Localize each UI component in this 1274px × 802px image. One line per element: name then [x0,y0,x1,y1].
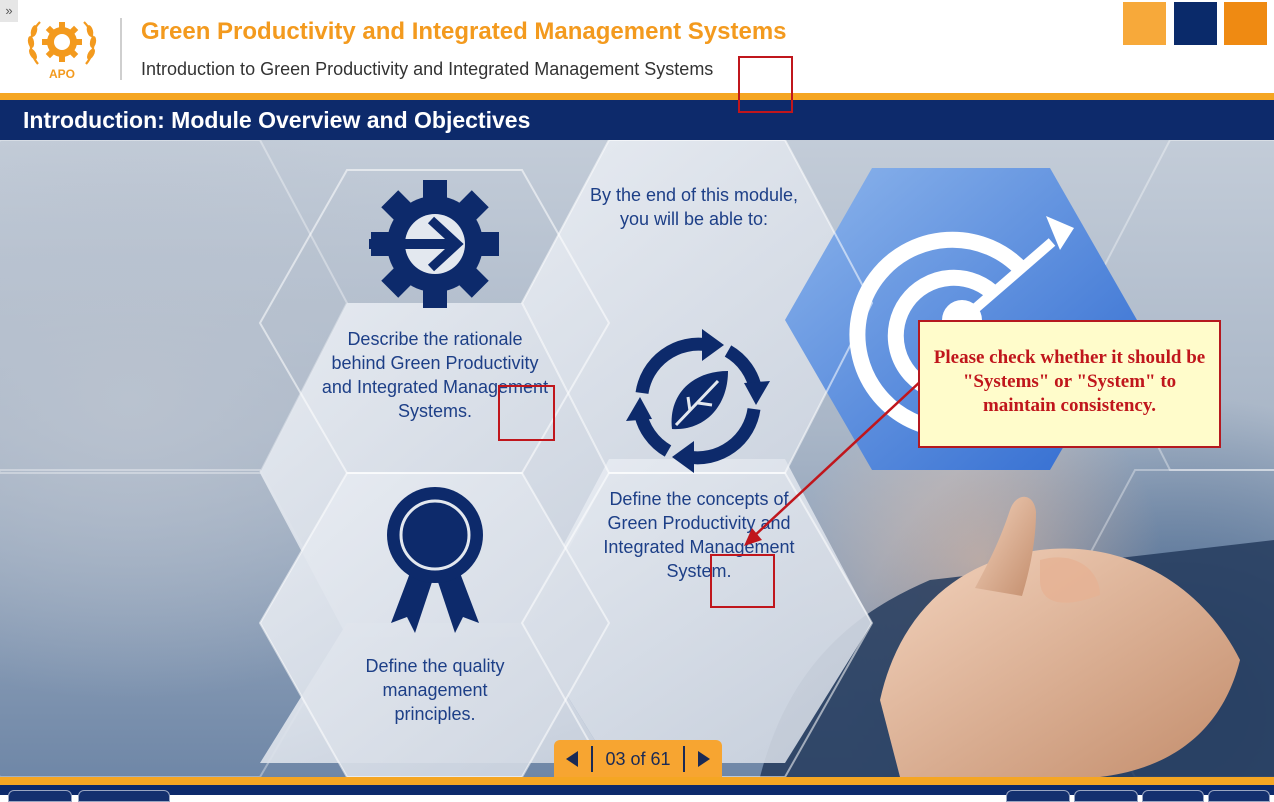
slide-pager: 03 of 61 [554,740,722,778]
gear-arrow-icon [369,180,499,308]
slide-title: Introduction: Module Overview and Object… [23,107,531,133]
theme-swatch-orange [1224,2,1267,45]
course-header: » APO Green Productivity and Integrated … [0,0,1274,93]
pager-separator-right [683,746,685,772]
course-subtitle: Introduction to Green Productivity and I… [141,59,714,79]
objective-text-3: Define the quality management principles… [365,656,505,724]
slide-counter: 03 of 61 [605,749,671,769]
hexagon-graphic [0,140,1274,777]
objective-text-2: Define the concepts of Green Productivit… [603,489,795,581]
apo-logo: APO [27,21,97,81]
previous-slide-icon[interactable] [562,748,584,770]
annotation-highlight-objective-1 [498,385,555,441]
header-orange-rule [0,93,1274,100]
footer-button-5[interactable] [1142,790,1204,802]
course-title: Green Productivity and Integrated Manage… [141,18,787,45]
annotation-highlight-subtitle [738,56,793,113]
logo-text: APO [49,67,75,81]
next-slide-icon[interactable] [692,748,714,770]
footer-orange-rule [0,777,1274,785]
expand-menu-toggle[interactable]: » [0,0,18,22]
slide-title-bar: Introduction: Module Overview and Object… [0,100,1274,140]
theme-swatch-navy [1174,2,1217,45]
review-comment-box: Please check whether it should be "Syste… [918,320,1221,448]
footer-button-6[interactable] [1208,790,1270,802]
footer-button-4[interactable] [1074,790,1138,802]
annotation-highlight-objective-2 [710,554,775,608]
footer-button-3[interactable] [1006,790,1070,802]
theme-swatch-light-orange [1123,2,1166,45]
slide-stage: By the end of this module, you will be a… [0,140,1274,777]
intro-text: By the end of this module, you will be a… [589,185,799,229]
footer-button-2[interactable] [78,790,170,802]
footer-button-1[interactable] [8,790,72,802]
header-divider [120,18,122,80]
pager-separator-left [591,746,593,772]
